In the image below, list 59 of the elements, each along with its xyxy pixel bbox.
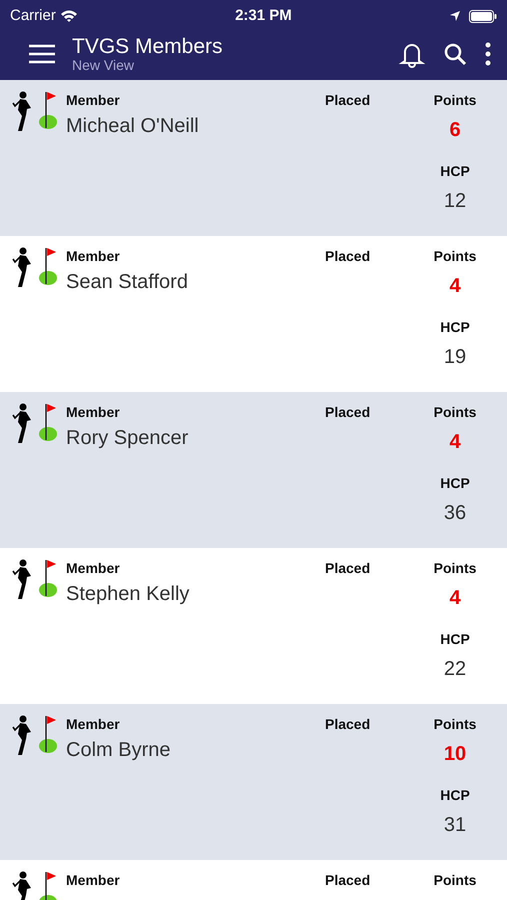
battery-icon	[468, 10, 497, 22]
hcp-label: HCP	[439, 630, 471, 649]
placed-label: Placed	[325, 871, 372, 890]
golfer-icon	[12, 246, 58, 290]
member-row[interactable]: Member Micheal O'Neill Placed Points 6 HCP 12	[0, 80, 507, 236]
search-button[interactable]	[443, 42, 467, 66]
golfer-icon	[12, 90, 58, 134]
golfer-icon	[12, 714, 58, 758]
view-subtitle: New View	[72, 58, 135, 74]
member-name: Stephen Kelly	[66, 582, 190, 607]
placed-label: Placed	[325, 91, 372, 110]
points-label: Points	[432, 403, 478, 422]
points-value: 4	[448, 274, 462, 299]
member-name: Micheal O'Neill	[66, 114, 200, 139]
member-row[interactable]: Member Sean Stafford Placed Points 4 HCP 19	[0, 236, 507, 392]
location-icon	[448, 10, 461, 22]
menu-button[interactable]	[28, 42, 56, 66]
member-name: Sean Stafford	[66, 270, 189, 295]
member-label: Member	[66, 403, 121, 422]
member-label: Member	[66, 871, 121, 890]
hcp-label: HCP	[439, 318, 471, 337]
wifi-icon	[60, 9, 78, 23]
member-name: Colm Byrne	[66, 738, 172, 763]
member-row[interactable]: Member Colm Byrne Placed Points 10 HCP 31	[0, 704, 507, 860]
points-value: 4	[448, 586, 462, 611]
points-label: Points	[432, 91, 478, 110]
golfer-icon	[12, 558, 58, 602]
points-label: Points	[432, 559, 478, 578]
hcp-label: HCP	[439, 474, 471, 493]
carrier-text: Carrier	[10, 6, 56, 26]
points-value: 6	[448, 118, 462, 143]
member-label: Member	[66, 559, 121, 578]
member-name: Rory Spencer	[66, 426, 190, 451]
points-label: Points	[432, 871, 478, 890]
hcp-value: 22	[442, 657, 468, 682]
member-label: Member	[66, 91, 121, 110]
points-value: 4	[448, 430, 462, 455]
placed-label: Placed	[325, 559, 372, 578]
golfer-icon	[12, 402, 58, 446]
hcp-value: 12	[442, 189, 468, 214]
hcp-value: 31	[442, 813, 468, 838]
member-row[interactable]: Member Rory Spencer Placed Points 4 HCP 36	[0, 392, 507, 548]
hcp-value: 36	[442, 501, 468, 526]
points-label: Points	[432, 715, 478, 734]
placed-label: Placed	[325, 403, 372, 422]
points-value: 10	[442, 742, 468, 767]
placed-label: Placed	[325, 715, 372, 734]
member-row[interactable]: Member Stephen Kelly Placed Points 4 HCP 22	[0, 548, 507, 704]
hcp-value: 19	[442, 345, 468, 370]
member-label: Member	[66, 247, 121, 266]
hcp-label: HCP	[439, 786, 471, 805]
more-options-button[interactable]	[483, 42, 493, 66]
app-title: TVGS Members	[72, 34, 224, 58]
member-row[interactable]: Member Placed Points	[0, 860, 507, 900]
points-label: Points	[432, 247, 478, 266]
clock-text: 2:31 PM	[235, 6, 292, 26]
hcp-label: HCP	[439, 162, 471, 181]
member-label: Member	[66, 715, 121, 734]
placed-label: Placed	[325, 247, 372, 266]
